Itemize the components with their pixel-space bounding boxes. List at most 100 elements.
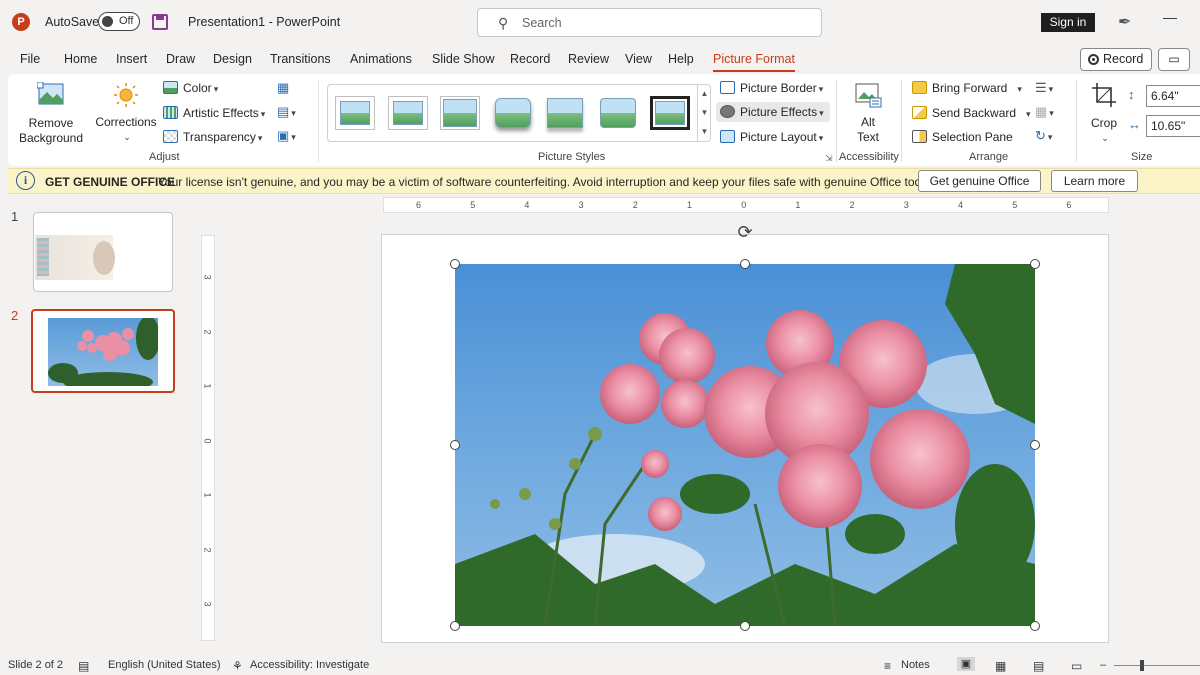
zoom-out-icon[interactable]: – <box>1100 659 1106 671</box>
tab-picture-format[interactable]: Picture Format <box>713 52 795 72</box>
gallery-down-icon[interactable]: ▼ <box>698 103 711 122</box>
tab-transitions[interactable]: Transitions <box>270 52 331 66</box>
learn-more-button[interactable]: Learn more <box>1051 170 1138 192</box>
corrections-button[interactable]: Corrections ⌄ <box>95 82 157 145</box>
picture-layout-icon <box>720 130 735 143</box>
tab-animations[interactable]: Animations <box>350 52 412 66</box>
remove-background-button[interactable]: Remove Background <box>16 81 86 146</box>
picture-effects-button[interactable]: Picture Effects ▾ <box>716 102 830 122</box>
compress-pictures-icon[interactable]: ▦ <box>277 80 289 96</box>
crop-button[interactable]: Crop ⌄ <box>1086 82 1122 146</box>
tab-draw[interactable]: Draw <box>166 52 195 66</box>
resize-handle-top-left[interactable] <box>450 259 460 269</box>
slide-thumbnail-2[interactable] <box>31 309 175 393</box>
selection-pane-icon <box>912 130 927 143</box>
minimize-button[interactable]: — <box>1158 9 1182 33</box>
picture-style-2[interactable] <box>388 96 428 130</box>
crop-label: Crop <box>1090 116 1117 130</box>
crop-icon <box>1092 83 1116 107</box>
corrections-label: Corrections <box>95 115 157 129</box>
gallery-scroll[interactable]: ▲ ▼ ▼ <box>697 84 711 142</box>
send-backward-button[interactable]: Send Backward ▾ <box>912 103 1031 123</box>
tab-view[interactable]: View <box>625 52 652 66</box>
save-icon[interactable] <box>152 14 168 30</box>
ruler-tick-label: 1 <box>202 383 213 389</box>
chevron-down-icon: ▾ <box>818 84 824 94</box>
resize-handle-bottom[interactable] <box>740 621 750 631</box>
tab-slide-show[interactable]: Slide Show <box>432 52 495 66</box>
tab-design[interactable]: Design <box>213 52 252 66</box>
gallery-up-icon[interactable]: ▲ <box>698 84 711 103</box>
record-icon <box>1088 54 1099 65</box>
resize-handle-top-right[interactable] <box>1030 259 1040 269</box>
slide-2-roses-image <box>48 318 158 386</box>
record-button[interactable]: Record <box>1080 48 1152 71</box>
ruler-tick-label: 0 <box>202 437 213 444</box>
picture-style-6[interactable] <box>598 96 638 130</box>
spelling-check-icon[interactable]: ▤ <box>78 659 89 673</box>
artistic-effects-button[interactable]: Artistic Effects ▾ <box>163 103 265 123</box>
rotate-objects-icon[interactable]: ↻ ▾ <box>1035 128 1052 144</box>
transparency-button[interactable]: Transparency ▾ <box>163 127 262 147</box>
alt-text-button[interactable]: Alt Text <box>848 82 888 145</box>
resize-handle-top[interactable] <box>740 259 750 269</box>
tab-review[interactable]: Review <box>568 52 609 66</box>
bring-forward-button[interactable]: Bring Forward ▾ <box>912 78 1022 98</box>
ruler-tick-label: 3 <box>202 274 213 280</box>
chevron-down-icon: ⌄ <box>123 132 131 142</box>
picture-styles-dialog-launcher-icon[interactable]: ⇲ <box>825 153 833 164</box>
color-label: Color <box>183 81 212 95</box>
language-status[interactable]: English (United States) <box>108 659 221 671</box>
picture-layout-button[interactable]: Picture Layout ▾ <box>720 127 823 147</box>
align-icon[interactable]: ☰ ▾ <box>1035 80 1053 96</box>
accessibility-status[interactable]: Accessibility: Investigate <box>250 659 369 671</box>
reset-picture-icon[interactable]: ▣ ▾ <box>277 128 296 144</box>
designer-pen-icon[interactable]: ✒ <box>1118 12 1131 32</box>
tab-insert[interactable]: Insert <box>116 52 147 66</box>
shape-height-input[interactable]: 6.64" <box>1146 85 1200 107</box>
info-icon: i <box>16 171 35 190</box>
zoom-slider[interactable] <box>1114 665 1200 666</box>
color-button[interactable]: Color ▾ <box>163 78 218 98</box>
picture-style-5[interactable] <box>545 96 585 130</box>
sign-in-button[interactable]: Sign in <box>1041 13 1095 32</box>
reading-view-icon[interactable]: ▤ <box>1033 659 1044 673</box>
slide-sorter-icon[interactable]: ▦ <box>995 659 1006 673</box>
zoom-slider-thumb[interactable] <box>1140 660 1144 671</box>
get-genuine-office-button[interactable]: Get genuine Office <box>918 170 1041 192</box>
gallery-more-icon[interactable]: ▼ <box>698 122 711 141</box>
tab-record[interactable]: Record <box>510 52 550 66</box>
picture-style-4[interactable] <box>493 96 533 130</box>
resize-handle-left[interactable] <box>450 440 460 450</box>
comment-icon: ▭ <box>1168 52 1180 66</box>
ribbon-separator <box>901 80 902 162</box>
group-objects-icon[interactable]: ▦ ▾ <box>1035 104 1054 120</box>
rotate-handle-icon[interactable]: ⟳ <box>735 222 755 242</box>
ruler-tick-label: 1 <box>202 492 213 498</box>
picture-style-1[interactable] <box>335 96 375 130</box>
tab-home[interactable]: Home <box>64 52 97 66</box>
picture-style-3[interactable] <box>440 96 480 130</box>
ruler-tick-label: 4 <box>958 200 964 210</box>
picture-style-7[interactable] <box>650 96 690 130</box>
notes-icon: ≡ <box>884 659 892 673</box>
normal-view-icon[interactable]: ▣ <box>957 657 975 671</box>
picture-border-button[interactable]: Picture Border ▾ <box>720 78 823 98</box>
slide-show-icon[interactable]: ▭ <box>1071 659 1082 673</box>
artistic-effects-label: Artistic Effects <box>183 106 259 120</box>
change-picture-icon[interactable]: ▤ ▾ <box>277 104 296 120</box>
resize-handle-bottom-right[interactable] <box>1030 621 1040 631</box>
comments-button[interactable]: ▭ <box>1158 48 1190 71</box>
tab-help[interactable]: Help <box>668 52 694 66</box>
resize-handle-bottom-left[interactable] <box>450 621 460 631</box>
autosave-toggle[interactable]: Off <box>98 12 140 31</box>
slide-thumbnail-1[interactable] <box>33 212 173 292</box>
notes-button[interactable]: Notes <box>901 659 930 671</box>
ruler-tick-label: 2 <box>202 546 213 553</box>
roses-picture[interactable] <box>455 264 1035 626</box>
shape-width-input[interactable]: 10.65" <box>1146 115 1200 137</box>
tab-file[interactable]: File <box>20 52 40 66</box>
resize-handle-right[interactable] <box>1030 440 1040 450</box>
selection-pane-button[interactable]: Selection Pane <box>912 127 1013 147</box>
search-box[interactable]: ⚲ Search <box>477 8 822 37</box>
